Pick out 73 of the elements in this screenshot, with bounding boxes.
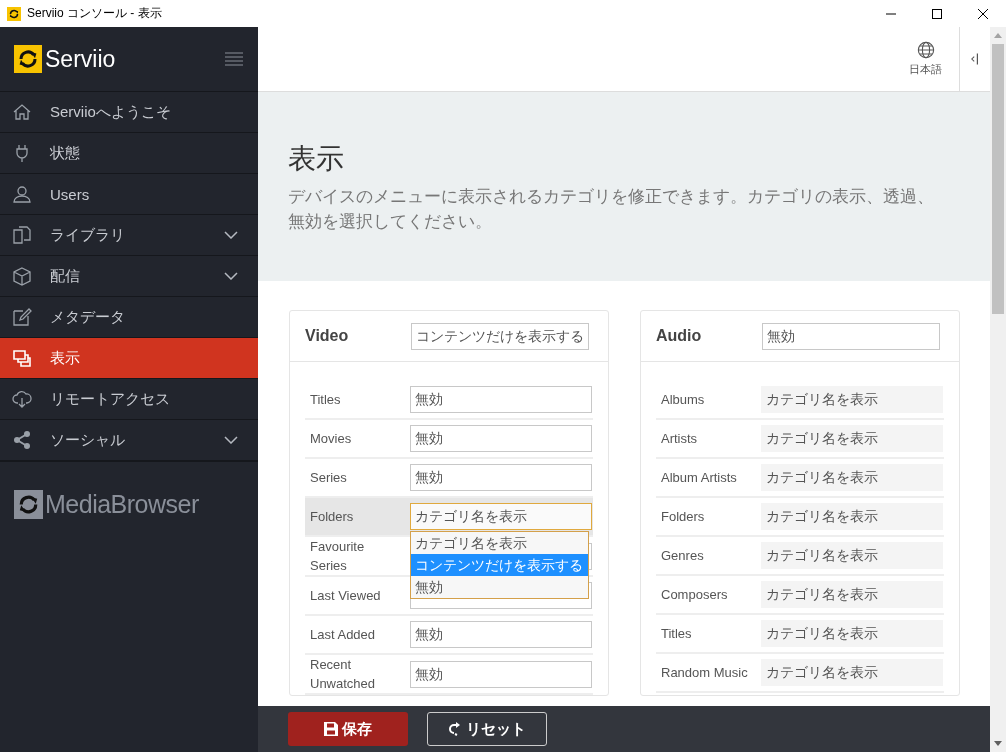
nav-item[interactable]: 表示 [0,338,258,379]
share-icon [12,430,32,450]
category-label: Genres [661,548,704,563]
category-label: Favourite Series [310,539,365,573]
chevron-down-icon [224,272,238,280]
close-icon[interactable] [977,7,989,20]
scrollbar-thumb[interactable] [992,44,1004,314]
category-label: Folders [310,509,354,524]
category-select[interactable]: 無効 [410,660,592,688]
category-select: カテゴリ名を表示 [761,386,943,413]
category-label: Movies [310,431,352,446]
dropdown-option[interactable]: カテゴリ名を表示 [411,532,588,554]
category-select[interactable]: 無効 [410,386,592,413]
category-label: Titles [661,626,692,641]
nav-item[interactable]: リモートアクセス [0,379,258,420]
dropdown-option[interactable]: 無効 [411,576,588,598]
scroll-down-icon[interactable] [994,741,1002,746]
page-title: 表示 [288,142,345,176]
category-label: Recent Unwatched [310,657,376,691]
category-select[interactable]: 無効 [410,464,592,491]
category-select[interactable]: 無効 [410,425,592,452]
box-icon [12,266,32,286]
category-label: Titles [310,392,341,407]
app-logo-icon [7,6,21,21]
serviio-logo-icon [14,45,42,73]
category-label: Folders [661,509,705,524]
mediabrowser-logo-text: MediaBrowser [45,490,199,519]
category-label: Random Music [661,665,748,680]
category-label: Last Added [310,627,376,642]
category-select: カテゴリ名を表示 [761,425,943,452]
globe-icon [916,41,935,59]
category-select: カテゴリ名を表示 [761,503,943,530]
save-button[interactable]: 保存 [288,712,408,746]
page-description: デバイスのメニューに表示されるカテゴリを修正できます。カテゴリの表示、透過、無効を選択してください。 [288,186,935,233]
category-select[interactable]: 無効 [410,621,592,648]
redo-icon [448,722,462,736]
language-button[interactable]: 日本語 [892,27,959,91]
maximize-icon[interactable] [931,7,943,20]
reset-button[interactable]: リセット [427,712,547,746]
cloud-download-icon [12,389,32,409]
user-icon [12,184,32,204]
category-label: Album Artists [661,470,737,485]
category-label: Series [310,470,347,485]
category-label: Artists [661,431,698,446]
chevron-down-icon [224,231,238,239]
category-select: カテゴリ名を表示 [761,542,943,569]
card-title: Audio [656,327,702,345]
card-title: Video [305,327,349,345]
nav-item[interactable]: ソーシャル [0,420,258,461]
scroll-up-icon[interactable] [994,33,1002,38]
brand-name: Serviio [45,45,116,73]
mediabrowser-logo-icon [14,490,43,519]
windows-icon [12,348,32,368]
nav-item[interactable]: 配信 [0,256,258,297]
category-label: Last Viewed [310,588,381,603]
category-label: Albums [661,392,705,407]
category-select: カテゴリ名を表示 [761,659,943,686]
chevron-down-icon [224,436,238,444]
category-label: Composers [661,587,728,602]
documents-icon [12,225,32,245]
category-select: カテゴリ名を表示 [761,464,943,491]
collapse-icon [971,51,979,67]
category-select[interactable]: 無効 [762,322,940,350]
home-icon [12,102,32,122]
menu-icon[interactable] [225,52,243,66]
category-select: カテゴリ名を表示 [761,620,943,647]
category-select[interactable]: カテゴリ名を表示 [410,503,592,530]
scrollbar[interactable] [990,27,1006,752]
category-select: カテゴリ名を表示 [761,581,943,608]
window-title: Serviio コンソール - 表示 [27,5,162,22]
category-select[interactable]: コンテンツだけを表示する [411,322,589,350]
nav-item[interactable]: ライブラリ [0,215,258,256]
edit-icon [12,307,32,327]
